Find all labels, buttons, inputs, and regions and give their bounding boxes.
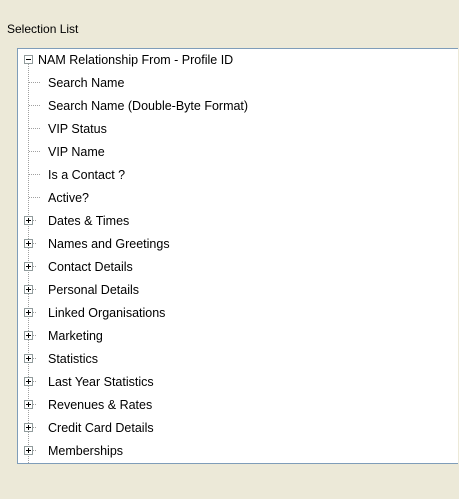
tree-leaf-label[interactable]: Active? (48, 191, 89, 205)
tree-branch-line (29, 174, 41, 175)
tree-branch-line (29, 151, 41, 152)
tree-group-label[interactable]: Credit Card Details (48, 421, 154, 435)
expand-icon[interactable] (24, 239, 33, 248)
tree-group-item[interactable]: Credit Card Details (18, 418, 458, 441)
tree-leaf-item[interactable]: VIP Status (18, 119, 458, 142)
tree-branch-line (33, 404, 37, 405)
expand-icon[interactable] (24, 216, 33, 225)
tree-content: NAM Relationship From - Profile ID Searc… (18, 49, 458, 463)
tree-group-label[interactable]: Memberships (48, 444, 123, 458)
tree-branch-line (33, 289, 37, 290)
tree-leaf-label[interactable]: Search Name (48, 76, 124, 90)
tree-branch-line (33, 427, 37, 428)
expand-icon[interactable] (24, 400, 33, 409)
tree-leaf-item[interactable]: Active? (18, 188, 458, 211)
tree-group-item[interactable]: Names and Greetings (18, 234, 458, 257)
tree-group-label[interactable]: Names and Greetings (48, 237, 170, 251)
tree-group-label[interactable]: Dates & Times (48, 214, 129, 228)
expand-icon[interactable] (24, 331, 33, 340)
expand-icon[interactable] (24, 354, 33, 363)
tree-group-item[interactable]: Memberships (18, 441, 458, 463)
tree-group-label[interactable]: Linked Organisations (48, 306, 165, 320)
collapse-icon[interactable] (24, 55, 33, 64)
tree-branch-line (33, 450, 37, 451)
tree-group-item[interactable]: Contact Details (18, 257, 458, 280)
expand-icon[interactable] (24, 262, 33, 271)
tree-root-label[interactable]: NAM Relationship From - Profile ID (38, 53, 233, 67)
tree-group-item[interactable]: Linked Organisations (18, 303, 458, 326)
tree-leaf-label[interactable]: VIP Status (48, 122, 107, 136)
tree-group-item[interactable]: Revenues & Rates (18, 395, 458, 418)
tree-group-item[interactable]: Last Year Statistics (18, 372, 458, 395)
tree-leaf-item[interactable]: Search Name (Double-Byte Format) (18, 96, 458, 119)
tree-branch-line (29, 105, 41, 106)
expand-icon[interactable] (24, 423, 33, 432)
expand-icon[interactable] (24, 285, 33, 294)
tree-leaf-label[interactable]: VIP Name (48, 145, 105, 159)
tree-branch-line (33, 243, 37, 244)
tree-branch-line (33, 312, 37, 313)
tree-branch-line (33, 335, 37, 336)
tree-leaf-label[interactable]: Is a Contact ? (48, 168, 125, 182)
tree-branch-line (29, 128, 41, 129)
tree-branch-line (33, 381, 37, 382)
tree-group-label[interactable]: Personal Details (48, 283, 139, 297)
tree-group-item[interactable]: Dates & Times (18, 211, 458, 234)
tree-root-node[interactable]: NAM Relationship From - Profile ID (18, 50, 458, 73)
expand-icon[interactable] (24, 308, 33, 317)
tree-group-label[interactable]: Revenues & Rates (48, 398, 152, 412)
tree-branch-line (29, 197, 41, 198)
expand-icon[interactable] (24, 377, 33, 386)
selection-tree[interactable]: NAM Relationship From - Profile ID Searc… (17, 48, 458, 464)
tree-group-label[interactable]: Last Year Statistics (48, 375, 154, 389)
tree-group-item[interactable]: Personal Details (18, 280, 458, 303)
tree-group-item[interactable]: Marketing (18, 326, 458, 349)
tree-group-label[interactable]: Contact Details (48, 260, 133, 274)
tree-branch-line (33, 358, 37, 359)
expand-icon[interactable] (24, 446, 33, 455)
tree-leaf-label[interactable]: Search Name (Double-Byte Format) (48, 99, 248, 113)
tree-branch-line (29, 82, 41, 83)
selection-list-panel: Selection List NAM Relationship From - P… (0, 0, 459, 499)
tree-branch-line (33, 220, 37, 221)
tree-leaf-item[interactable]: Is a Contact ? (18, 165, 458, 188)
tree-group-label[interactable]: Statistics (48, 352, 98, 366)
tree-leaf-item[interactable]: VIP Name (18, 142, 458, 165)
tree-group-label[interactable]: Marketing (48, 329, 103, 343)
tree-group-item[interactable]: Statistics (18, 349, 458, 372)
tree-branch-line (33, 266, 37, 267)
panel-title: Selection List (7, 22, 79, 36)
tree-leaf-item[interactable]: Search Name (18, 73, 458, 96)
